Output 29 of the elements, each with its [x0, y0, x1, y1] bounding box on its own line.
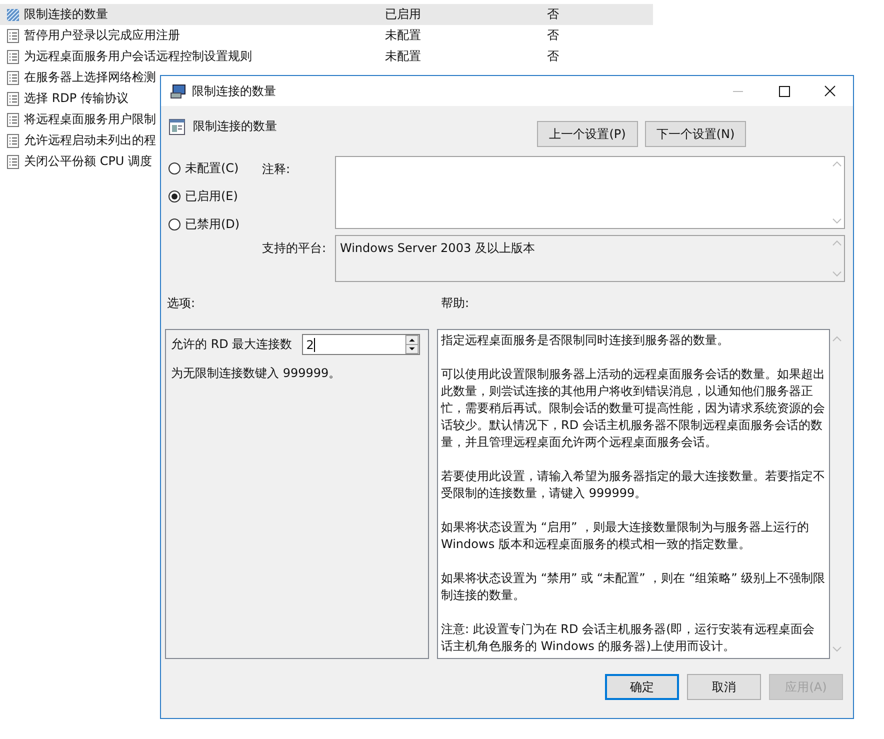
setting-name: 限制连接的数量: [24, 6, 108, 23]
platform-text: Windows Server 2003 及以上版本: [340, 240, 535, 257]
setting-state: 已启用: [385, 6, 422, 23]
setting-title: 限制连接的数量: [193, 118, 277, 135]
setting-name: 选择 RDP 传输协议: [24, 90, 128, 107]
hint-text: 为无限制连接数键入 999999。: [171, 365, 342, 382]
setting-state: 未配置: [385, 27, 422, 44]
help-label: 帮助:: [441, 295, 470, 312]
platform-label: 支持的平台:: [262, 240, 328, 257]
setting-name: 在服务器上选择网络检测: [24, 69, 156, 86]
spin-label: 允许的 RD 最大连接数: [171, 336, 292, 353]
setting-comment: 否: [547, 27, 559, 44]
setting-comment: 否: [547, 6, 559, 23]
setting-name: 暂停用户登录以完成应用注册: [24, 27, 180, 44]
comment-label: 注释:: [262, 161, 292, 178]
setting-name: 允许远程启动未列出的程: [24, 132, 156, 149]
options-label: 选项:: [167, 295, 196, 312]
help-paragraph: 指定远程桌面服务是否限制同时连接到服务器的数量。: [441, 332, 730, 349]
window-title: 限制连接的数量: [192, 82, 276, 100]
setting-name: 为远程桌面服务用户会话远程控制设置规则: [24, 48, 252, 65]
setting-name: 关闭公平份额 CPU 调度: [24, 153, 152, 170]
setting-state: 未配置: [385, 48, 422, 65]
help-paragraph: 注意: 此设置专门为在 RD 会话主机服务器(即，运行安装有远程桌面会话主机角色服务的 Windows 的服务器)上使用而设计。: [441, 621, 816, 655]
help-paragraph: 如果将状态设置为 “启用” ，则最大连接数量限制为与服务器上运行的 Windows 版本和远程桌面服务的模式相一致的指定数量。: [441, 519, 810, 553]
setting-name: 将远程桌面服务用户限制: [24, 111, 156, 128]
help-paragraph: 可以使用此设置限制服务器上活动的远程桌面服务会话的数量。如果超出此数量，则尝试连接的其他用户将收到错误消息，以通知他们服务器正忙，需要稍后再试。限制会话的数量可提高性能，因为请求系统资源的会话较少。默认情况下，RD 会话主机服务器不限制远程桌面服务会话的数量，并且管理远程桌面允许两个远程桌面服务会话。: [441, 366, 826, 451]
help-paragraph: 若要使用此设置，请输入希望为服务器指定的最大连接数量。若要指定不受限制的连接数量，请键入 999999。: [441, 468, 826, 502]
setting-comment: 否: [547, 48, 559, 65]
help-paragraph: 如果将状态设置为 “禁用” 或 “未配置” ，则在 “组策略” 级别上不强制限制连接的数量。: [441, 570, 826, 604]
